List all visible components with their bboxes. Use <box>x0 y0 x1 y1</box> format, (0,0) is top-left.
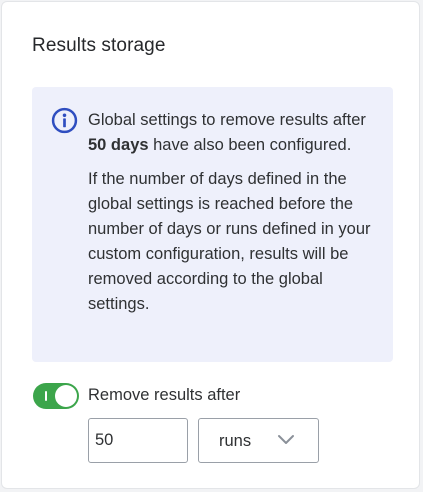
toggle-on-indicator <box>45 391 47 401</box>
info-days-highlight: 50 days <box>88 136 149 154</box>
remove-results-toggle[interactable] <box>33 383 79 409</box>
section-title: Results storage <box>32 35 166 56</box>
info-text: Global settings to remove results after … <box>88 108 380 317</box>
info-line1-end: have also been configured. <box>148 136 352 154</box>
unit-select-value: runs <box>219 432 252 450</box>
chevron-down-icon <box>278 435 294 444</box>
remove-after-unit-select[interactable]: runs <box>198 418 319 463</box>
info-line1-start: Global settings to remove results after <box>88 111 366 129</box>
results-storage-card: Results storage Global settings to remov… <box>1 1 420 489</box>
toggle-knob <box>55 385 77 407</box>
info-paragraph-explanation: If the number of days defined in the glo… <box>88 170 371 313</box>
remove-results-label: Remove results after <box>88 386 241 404</box>
info-paragraph-global: Global settings to remove results after … <box>88 108 380 158</box>
remove-after-value-input[interactable] <box>88 418 188 463</box>
info-icon <box>51 107 78 134</box>
info-banner: Global settings to remove results after … <box>32 87 393 362</box>
